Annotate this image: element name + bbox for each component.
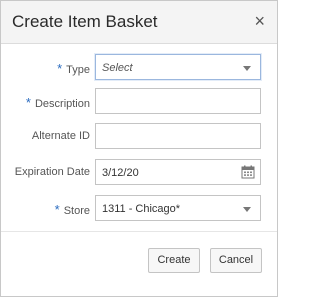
description-input[interactable] <box>95 88 261 114</box>
type-label: * Type <box>57 61 90 76</box>
create-item-basket-dialog: Create Item Basket × * Type Select * Descr… <box>0 0 278 297</box>
alternate-id-label: Alternate ID <box>31 130 90 142</box>
footer-divider <box>1 231 277 232</box>
dialog-title: Create Item Basket <box>12 12 158 31</box>
type-row: * Type Select <box>1 54 277 82</box>
type-select-value: Select <box>102 62 133 74</box>
store-label: * Store <box>54 202 90 217</box>
store-select-value: 1311 - Chicago* <box>102 203 181 215</box>
store-row: * Store 1311 - Chicago* <box>1 195 277 223</box>
expiration-date-input[interactable]: 3/12/20 <box>95 159 261 185</box>
cancel-button[interactable]: Cancel <box>210 248 262 273</box>
description-row: * Description <box>1 88 277 116</box>
type-select[interactable]: Select <box>95 54 261 80</box>
calendar-icon[interactable] <box>241 165 255 179</box>
expiration-date-label: Expiration Date <box>14 166 90 178</box>
chevron-down-icon <box>243 66 251 71</box>
chevron-down-icon <box>243 207 251 212</box>
create-button[interactable]: Create <box>148 248 200 273</box>
alternate-id-input[interactable] <box>95 123 261 149</box>
expiration-date-row: Expiration Date 3/12/20 <box>1 159 277 187</box>
dialog-header: Create Item Basket × <box>1 1 277 44</box>
store-select[interactable]: 1311 - Chicago* <box>95 195 261 221</box>
required-marker: * <box>54 202 60 217</box>
expiration-date-value: 3/12/20 <box>102 167 139 179</box>
description-label: * Description <box>25 95 90 110</box>
alternate-id-row: Alternate ID <box>1 123 277 151</box>
close-icon[interactable]: × <box>254 11 265 31</box>
required-marker: * <box>57 61 63 76</box>
required-marker: * <box>25 95 31 110</box>
